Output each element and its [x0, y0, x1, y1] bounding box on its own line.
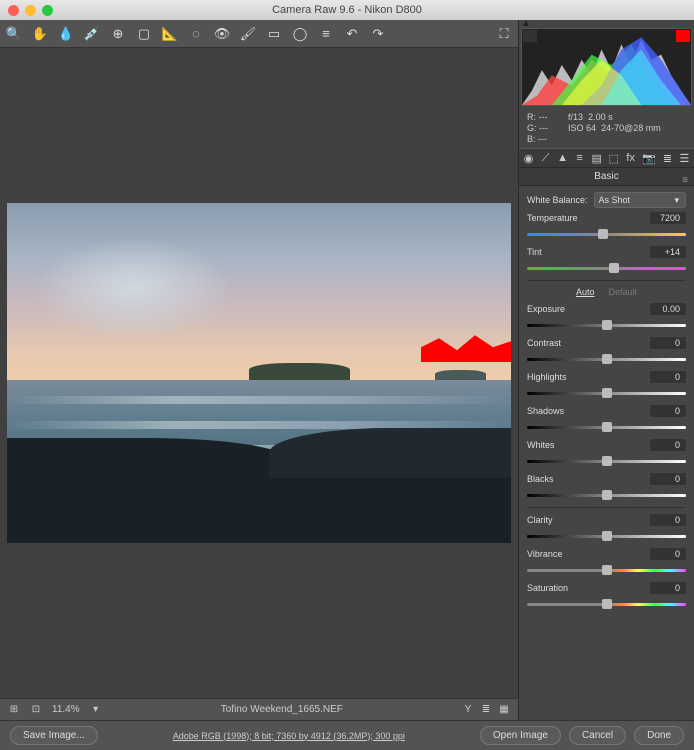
white-balance-tool-icon[interactable]: 💧	[58, 26, 74, 42]
radial-filter-icon[interactable]: ◯	[292, 26, 308, 42]
tab-snapshots-icon[interactable]: ☰	[679, 151, 690, 165]
straighten-tool-icon[interactable]: 📐	[162, 26, 178, 42]
save-image-button[interactable]: Save Image...	[10, 726, 98, 745]
tab-presets-icon[interactable]: ≣	[662, 151, 673, 165]
titlebar: Camera Raw 9.6 - Nikon D800	[0, 0, 694, 20]
shadows-slider[interactable]	[527, 421, 686, 433]
tab-lens-icon[interactable]: ⬚	[608, 151, 619, 165]
cancel-button[interactable]: Cancel	[569, 726, 626, 745]
blacks-slider[interactable]	[527, 489, 686, 501]
footer: Save Image... Adobe RGB (1998); 8 bit; 7…	[0, 720, 694, 750]
status-bar: ⊞ ⊡ 11.4% ▾ Tofino Weekend_1665.NEF Y ≣ …	[0, 698, 518, 720]
tab-curve-icon[interactable]: ⟋	[540, 151, 551, 165]
shadows-value[interactable]: 0	[650, 405, 686, 417]
traffic-lights	[8, 5, 53, 16]
highlights-label: Highlights	[527, 372, 567, 382]
swap-icon[interactable]: ⊡	[30, 704, 42, 716]
contrast-value[interactable]: 0	[650, 337, 686, 349]
workflow-options[interactable]: Adobe RGB (1998); 8 bit; 7360 by 4912 (3…	[106, 731, 472, 741]
list-icon[interactable]: ≡	[318, 26, 334, 42]
panel-menu-icon[interactable]: ≡	[682, 172, 688, 190]
done-button[interactable]: Done	[634, 726, 684, 745]
filename-label: Tofino Weekend_1665.NEF	[112, 704, 452, 715]
whites-label: Whites	[527, 440, 555, 450]
strip-icon[interactable]: ≣	[480, 704, 492, 716]
contrast-slider[interactable]	[527, 353, 686, 365]
whites-slider[interactable]	[527, 455, 686, 467]
hand-tool-icon[interactable]: ✋	[32, 26, 48, 42]
blacks-label: Blacks	[527, 474, 554, 484]
tint-value[interactable]: +14	[650, 246, 686, 258]
shadows-label: Shadows	[527, 406, 564, 416]
tab-detail-icon[interactable]: ▲	[557, 151, 568, 165]
clarity-value[interactable]: 0	[650, 514, 686, 526]
compare-icon[interactable]: ⊞	[8, 704, 20, 716]
blacks-value[interactable]: 0	[650, 473, 686, 485]
tab-fx-icon[interactable]: fx	[625, 151, 636, 165]
tab-split-icon[interactable]: ▤	[591, 151, 602, 165]
contrast-label: Contrast	[527, 338, 561, 348]
red-eye-icon[interactable]: 👁	[214, 26, 230, 42]
temperature-label: Temperature	[527, 213, 578, 223]
minimize-window[interactable]	[25, 5, 36, 16]
zoom-readout[interactable]: 11.4%	[52, 704, 80, 715]
temperature-value[interactable]: 7200	[650, 212, 686, 224]
saturation-value[interactable]: 0	[650, 582, 686, 594]
saturation-label: Saturation	[527, 583, 568, 593]
vibrance-label: Vibrance	[527, 549, 562, 559]
basic-panel: White Balance: As Shot Temperature 7200 T…	[519, 186, 694, 622]
whites-value[interactable]: 0	[650, 439, 686, 451]
close-window[interactable]	[8, 5, 19, 16]
image-canvas[interactable]	[0, 48, 518, 698]
default-button[interactable]: Default	[608, 287, 637, 297]
metadata-readout: R: --- G: --- B: --- f/13 2.00 s ISO 64 …	[519, 108, 694, 148]
vibrance-value[interactable]: 0	[650, 548, 686, 560]
exposure-value[interactable]: 0.00	[650, 303, 686, 315]
zoom-tool-icon[interactable]: 🔍	[6, 26, 22, 42]
spot-removal-icon[interactable]: ◌	[188, 26, 204, 42]
saturation-slider[interactable]	[527, 598, 686, 610]
tint-label: Tint	[527, 247, 542, 257]
before-after-icon[interactable]: Y	[462, 704, 474, 716]
photo-preview	[7, 203, 511, 543]
tab-camera-icon[interactable]: 📷	[642, 151, 656, 165]
auto-button[interactable]: Auto	[576, 287, 595, 297]
right-panel: ▲ R: --- G: --- B: --- f/13 2.00 s ISO 6…	[518, 20, 694, 720]
targeted-adjustment-icon[interactable]: ⊕	[110, 26, 126, 42]
toolbar: 🔍 ✋ 💧 💉 ⊕ ▢ 📐 ◌ 👁 🖌 ▭ ◯ ≡ ↶ ↷ ⛶	[0, 20, 518, 48]
exposure-label: Exposure	[527, 304, 565, 314]
panel-title: Basic ≡	[519, 168, 694, 186]
adjustment-brush-icon[interactable]: 🖌	[240, 26, 256, 42]
temperature-slider[interactable]	[527, 228, 686, 240]
vibrance-slider[interactable]	[527, 564, 686, 576]
crop-tool-icon[interactable]: ▢	[136, 26, 152, 42]
tab-hsl-icon[interactable]: ≡	[574, 151, 585, 165]
color-sampler-tool-icon[interactable]: 💉	[84, 26, 100, 42]
open-image-button[interactable]: Open Image	[480, 726, 561, 745]
fullscreen-icon[interactable]: ⛶	[496, 26, 512, 42]
filmstrip-icon[interactable]: ▦	[498, 704, 510, 716]
tab-basic-icon[interactable]: ◉	[523, 151, 534, 165]
zoom-dropdown-icon[interactable]: ▾	[90, 704, 102, 716]
shadow-clip-indicator[interactable]	[523, 30, 537, 42]
window-title: Camera Raw 9.6 - Nikon D800	[272, 4, 422, 16]
clarity-label: Clarity	[527, 515, 553, 525]
white-balance-select[interactable]: As Shot	[594, 192, 686, 208]
highlight-clip-indicator[interactable]	[676, 30, 690, 42]
left-pane: 🔍 ✋ 💧 💉 ⊕ ▢ 📐 ◌ 👁 🖌 ▭ ◯ ≡ ↶ ↷ ⛶	[0, 20, 518, 720]
clarity-slider[interactable]	[527, 530, 686, 542]
highlights-slider[interactable]	[527, 387, 686, 399]
rotate-cw-icon[interactable]: ↷	[370, 26, 386, 42]
tint-slider[interactable]	[527, 262, 686, 274]
white-balance-label: White Balance:	[527, 195, 588, 205]
histogram[interactable]	[521, 28, 692, 106]
rotate-ccw-icon[interactable]: ↶	[344, 26, 360, 42]
panel-tabs: ◉ ⟋ ▲ ≡ ▤ ⬚ fx 📷 ≣ ☰	[519, 148, 694, 168]
exposure-slider[interactable]	[527, 319, 686, 331]
graduated-filter-icon[interactable]: ▭	[266, 26, 282, 42]
zoom-window[interactable]	[42, 5, 53, 16]
highlights-value[interactable]: 0	[650, 371, 686, 383]
